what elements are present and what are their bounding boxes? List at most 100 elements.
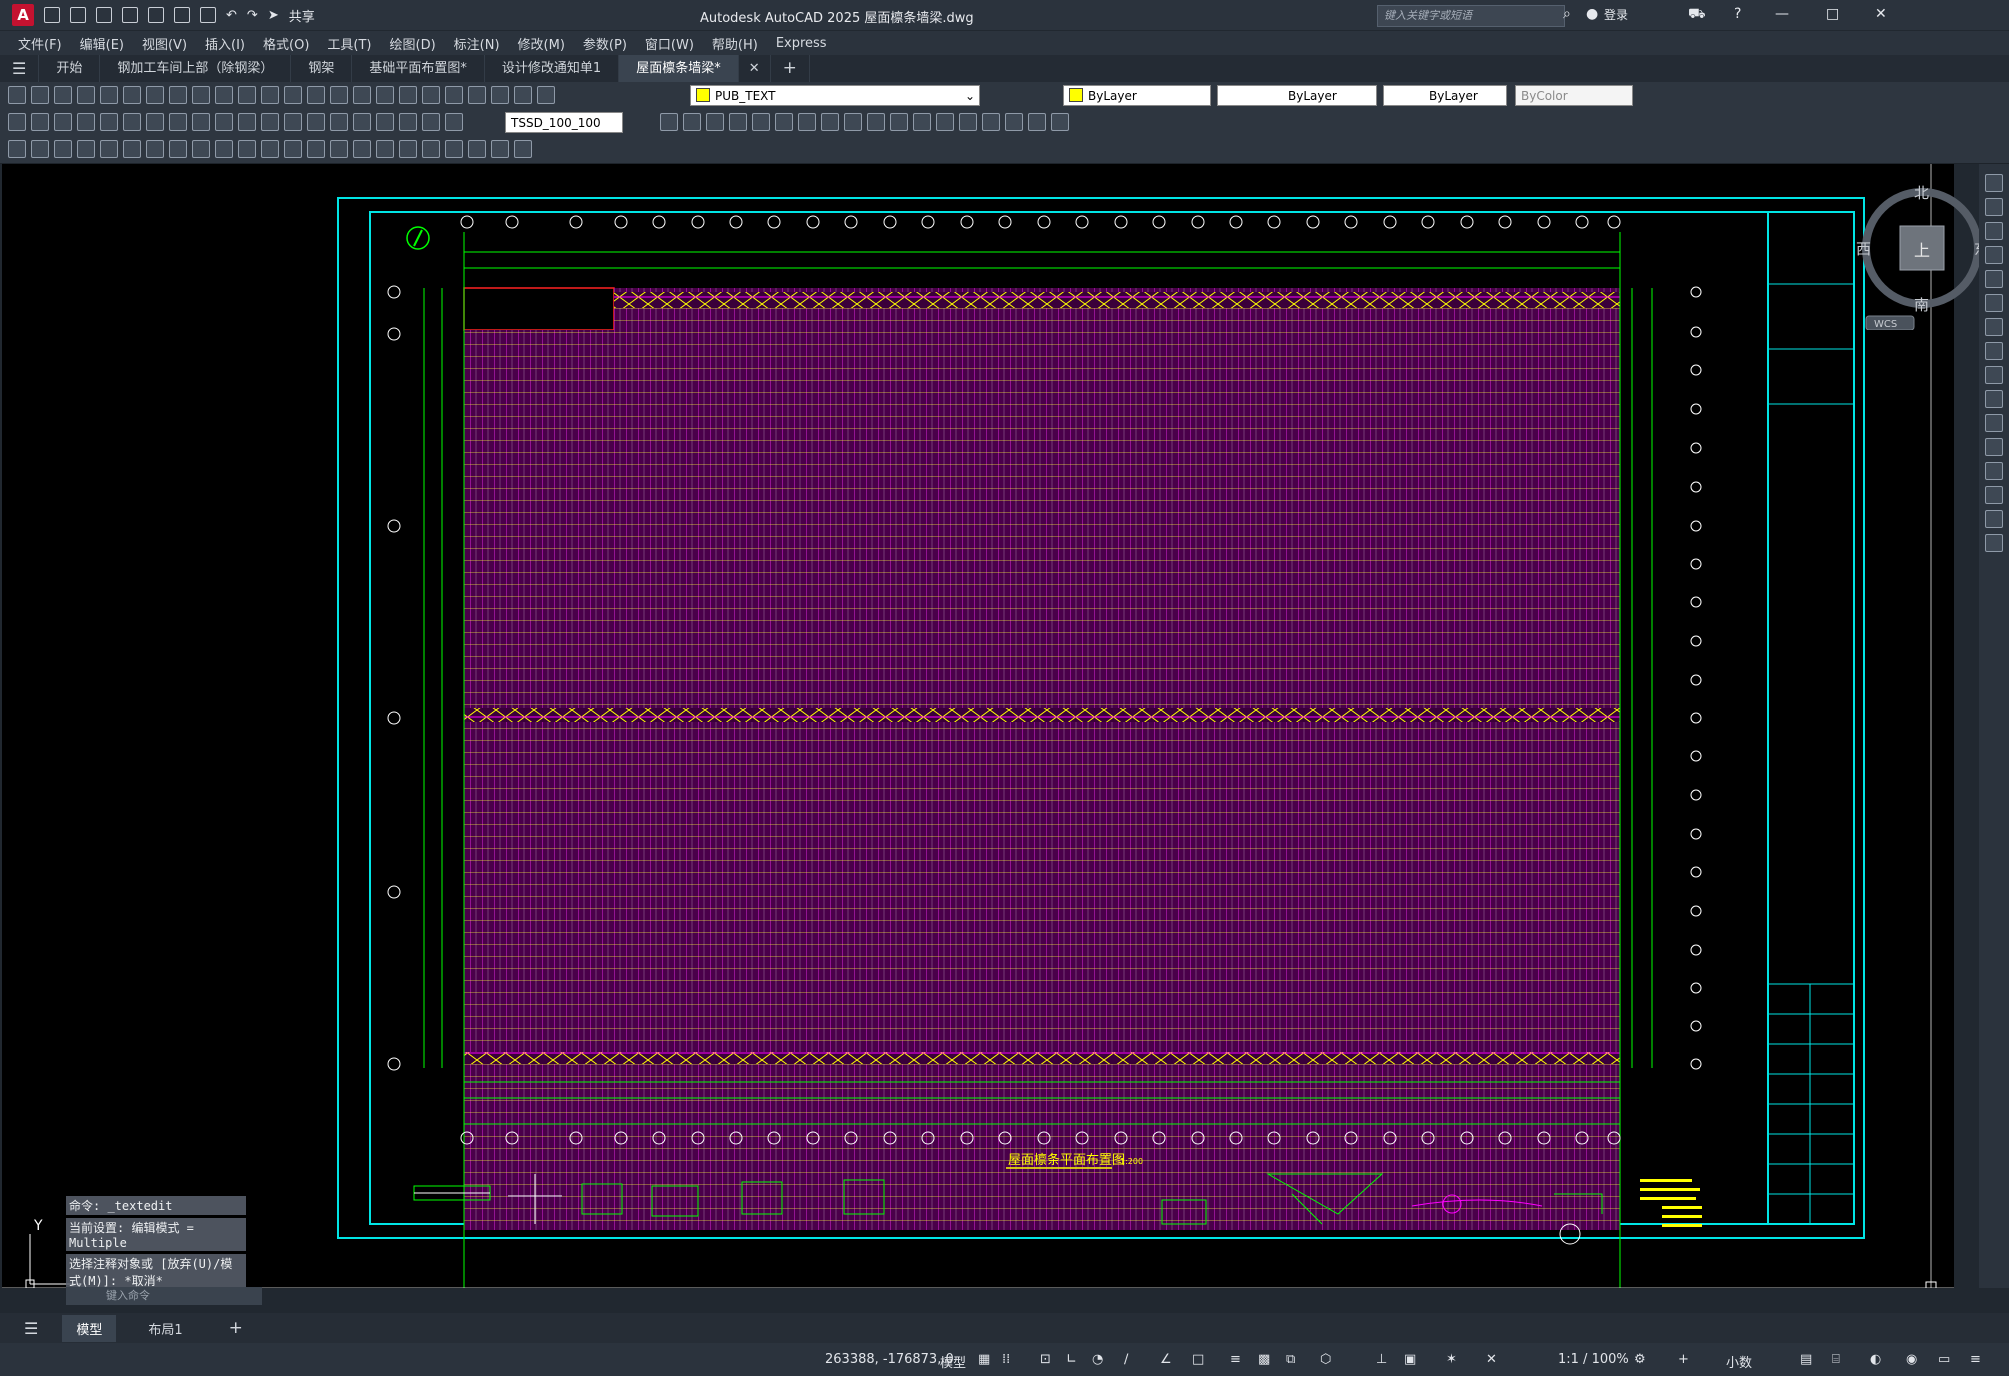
chamfer-icon[interactable] bbox=[959, 113, 977, 131]
lock-ui-icon[interactable]: ⌸ bbox=[1832, 1352, 1840, 1367]
menu-item-modify[interactable]: 修改(M) bbox=[518, 34, 565, 53]
quick-dim-icon[interactable] bbox=[192, 113, 210, 131]
showmotion-icon[interactable] bbox=[1985, 246, 2003, 264]
line-icon[interactable] bbox=[77, 140, 95, 158]
search-icon[interactable]: ⌕ bbox=[1563, 6, 1571, 22]
share-icon[interactable]: ➤ bbox=[268, 8, 279, 23]
properties-icon[interactable] bbox=[376, 86, 394, 104]
save-icon[interactable] bbox=[54, 86, 72, 104]
menu-item-draw[interactable]: 绘图(D) bbox=[390, 34, 436, 53]
make-block-icon[interactable] bbox=[353, 140, 371, 158]
user-icon[interactable]: ● bbox=[1586, 6, 1598, 22]
hamburger-menu-icon[interactable]: ☰ bbox=[0, 55, 40, 82]
clean-screen-icon[interactable]: ▭ bbox=[1938, 1352, 1950, 1367]
plot-icon[interactable] bbox=[77, 86, 95, 104]
inspection-icon[interactable] bbox=[353, 113, 371, 131]
paste-icon[interactable] bbox=[192, 86, 210, 104]
spline-icon[interactable] bbox=[261, 140, 279, 158]
explode-icon[interactable] bbox=[1985, 534, 2003, 552]
tab-layout1[interactable]: 布局1 bbox=[134, 1315, 196, 1342]
angular-icon[interactable] bbox=[169, 113, 187, 131]
3d-osnap-icon[interactable]: ⬡ bbox=[1320, 1352, 1331, 1367]
chamfer-icon[interactable] bbox=[1985, 462, 2003, 480]
dim-space-icon[interactable] bbox=[261, 113, 279, 131]
radius-icon[interactable] bbox=[100, 113, 118, 131]
ellipse-arc-icon[interactable] bbox=[307, 140, 325, 158]
arc-length-icon[interactable] bbox=[54, 113, 72, 131]
new-icon[interactable] bbox=[8, 86, 26, 104]
extend-icon[interactable] bbox=[1985, 390, 2003, 408]
layer-manager-icon[interactable] bbox=[537, 86, 555, 104]
baseline-icon[interactable] bbox=[215, 113, 233, 131]
add-layout-icon[interactable]: + bbox=[215, 1314, 257, 1342]
save-icon[interactable] bbox=[96, 7, 112, 23]
selection-cycling-icon[interactable]: ⧉ bbox=[1286, 1352, 1295, 1367]
dim-update-icon[interactable] bbox=[445, 113, 463, 131]
open-icon[interactable] bbox=[31, 86, 49, 104]
cart-icon[interactable]: ⛟ bbox=[1688, 6, 1706, 24]
rotate-icon[interactable] bbox=[1985, 294, 2003, 312]
scale-icon[interactable] bbox=[821, 113, 839, 131]
move-icon[interactable] bbox=[775, 113, 793, 131]
properties-panel-icon[interactable] bbox=[8, 140, 26, 158]
break-icon[interactable] bbox=[1985, 414, 2003, 432]
tab-steel-frame[interactable]: 钢架 bbox=[291, 55, 353, 82]
menu-item-help[interactable]: 帮助(H) bbox=[712, 34, 758, 53]
linear-dim-icon[interactable] bbox=[8, 113, 26, 131]
quick-properties-icon[interactable]: ▤ bbox=[1800, 1352, 1812, 1367]
join-icon[interactable] bbox=[936, 113, 954, 131]
color-dropdown[interactable]: ByLayer bbox=[1063, 85, 1211, 106]
copy-object-icon[interactable] bbox=[683, 113, 701, 131]
workspace-gear-icon[interactable]: ⚙ bbox=[1634, 1352, 1646, 1367]
polyline-icon[interactable] bbox=[123, 140, 141, 158]
tool-palettes-icon[interactable] bbox=[422, 86, 440, 104]
zoom-extents-icon[interactable] bbox=[1985, 198, 2003, 216]
grid-icon[interactable]: ▦ bbox=[978, 1352, 990, 1367]
move-icon[interactable] bbox=[1985, 270, 2003, 288]
group-icon[interactable] bbox=[1051, 113, 1069, 131]
offset-icon[interactable] bbox=[729, 113, 747, 131]
infer-constraints-icon[interactable]: ⊡ bbox=[1040, 1352, 1051, 1367]
tab-roof-purlin[interactable]: 屋面檩条墙梁* bbox=[619, 55, 739, 82]
dimstyle-dropdown[interactable]: TSSD_100_100 bbox=[505, 112, 623, 133]
center-mark-icon[interactable] bbox=[330, 113, 348, 131]
dim-edit-icon[interactable] bbox=[399, 113, 417, 131]
menu-item-view[interactable]: 视图(V) bbox=[142, 34, 187, 53]
viewcube[interactable]: 上 北 南 东 西 WCS bbox=[1850, 180, 1990, 331]
login-button[interactable]: 登录 bbox=[1604, 6, 1628, 23]
units-dropdown[interactable]: 小数 bbox=[1726, 1352, 1752, 1371]
selection-filter-icon[interactable]: ▣ bbox=[1404, 1352, 1416, 1367]
tab-model[interactable]: 模型 bbox=[62, 1314, 117, 1342]
isodraft-icon[interactable]: ∕ bbox=[1124, 1352, 1128, 1367]
trim-icon[interactable] bbox=[1985, 366, 2003, 384]
help-icon[interactable]: ? bbox=[1734, 6, 1741, 22]
tolerance-icon[interactable] bbox=[307, 113, 325, 131]
pan-icon[interactable] bbox=[284, 86, 302, 104]
ordinate-icon[interactable] bbox=[77, 113, 95, 131]
fillet-icon[interactable] bbox=[1985, 486, 2003, 504]
close-icon[interactable]: ✕ bbox=[1875, 6, 1887, 22]
erase-icon[interactable] bbox=[660, 113, 678, 131]
dynamic-ucs-icon[interactable]: ⊥ bbox=[1376, 1352, 1387, 1367]
object-snap-icon[interactable]: □ bbox=[1192, 1352, 1204, 1367]
join-icon[interactable] bbox=[1985, 438, 2003, 456]
calculator-icon[interactable] bbox=[491, 86, 509, 104]
command-input[interactable]: 键入命令 bbox=[66, 1287, 262, 1305]
orbit-icon[interactable] bbox=[1985, 222, 2003, 240]
close-tab-icon[interactable]: ✕ bbox=[739, 55, 771, 82]
menu-item-tools[interactable]: 工具(T) bbox=[327, 34, 371, 53]
tab-foundation-plan[interactable]: 基础平面布置图* bbox=[352, 55, 485, 82]
redo-icon[interactable]: ↷ bbox=[247, 8, 258, 23]
lineweight-icon[interactable]: ≡ bbox=[1230, 1352, 1241, 1367]
blend-icon[interactable] bbox=[1985, 510, 2003, 528]
extend-icon[interactable] bbox=[890, 113, 908, 131]
tab-design-change[interactable]: 设计修改通知单1 bbox=[485, 55, 620, 82]
annotation-scale[interactable]: 1:1 / 100% bbox=[1558, 1352, 1629, 1367]
diameter-icon[interactable] bbox=[146, 113, 164, 131]
menu-item-insert[interactable]: 插入(I) bbox=[205, 34, 245, 53]
explode-icon[interactable] bbox=[1005, 113, 1023, 131]
insert-block-icon[interactable] bbox=[330, 140, 348, 158]
copy-icon[interactable] bbox=[169, 86, 187, 104]
continue-icon[interactable] bbox=[238, 113, 256, 131]
menu-item-edit[interactable]: 编辑(E) bbox=[80, 34, 124, 53]
